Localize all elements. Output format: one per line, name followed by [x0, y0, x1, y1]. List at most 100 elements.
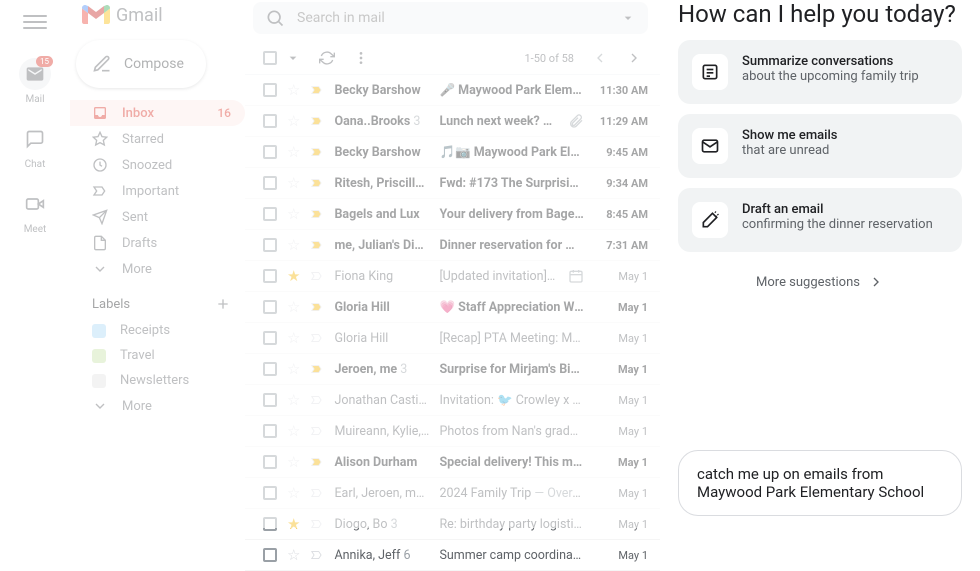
row-checkbox[interactable]	[263, 114, 277, 128]
refresh-icon[interactable]	[319, 50, 335, 66]
importance-marker[interactable]	[310, 486, 324, 500]
compose-button[interactable]: Compose	[76, 40, 206, 88]
star-toggle[interactable]: ☆	[287, 546, 300, 564]
suggestion-unread[interactable]: Show me emailsthat are unread	[678, 114, 962, 178]
gmail-logo[interactable]: Gmail	[70, 4, 245, 26]
email-row[interactable]: ☆Alison DurhamSpecial delivery! This mon…	[245, 447, 660, 478]
star-toggle[interactable]: ☆	[287, 484, 300, 502]
rail-mail[interactable]: 15 Mail	[19, 58, 51, 105]
row-checkbox[interactable]	[263, 331, 277, 345]
select-dropdown-icon[interactable]	[285, 50, 301, 66]
importance-marker[interactable]	[310, 548, 324, 562]
more-suggestions[interactable]: More suggestions	[678, 262, 962, 302]
row-checkbox[interactable]	[263, 393, 277, 407]
more-icon[interactable]	[353, 50, 369, 66]
email-row[interactable]: ☆Bagels and LuxYour delivery from Bagels…	[245, 199, 660, 230]
star-toggle[interactable]: ★	[287, 515, 300, 533]
row-checkbox[interactable]	[263, 548, 277, 562]
star-toggle[interactable]: ☆	[287, 329, 300, 347]
rail-chat[interactable]: Chat	[19, 123, 51, 170]
email-row[interactable]: ☆Gloria Hill[Recap] PTA Meeting: May 13 …	[245, 323, 660, 354]
email-row[interactable]: ★Diogo, Bo 3Re: birthday party logistics…	[245, 509, 660, 540]
email-row[interactable]: ☆Gloria Hill💗 Staff Appreciation Week is…	[245, 292, 660, 323]
menu-button[interactable]	[23, 10, 47, 34]
email-row[interactable]: ☆Becky Barshow🎤 Maywood Park Elementary:…	[245, 75, 660, 106]
row-checkbox[interactable]	[263, 300, 277, 314]
prev-page-icon[interactable]	[592, 50, 608, 66]
row-checkbox[interactable]	[263, 83, 277, 97]
suggestion-summarize[interactable]: Summarize conversationsabout the upcomin…	[678, 40, 962, 104]
label-travel[interactable]: Travel	[70, 343, 245, 368]
star-toggle[interactable]: ☆	[287, 174, 300, 192]
email-row[interactable]: ☆Becky Barshow🎵📷 Maywood Park Elementary…	[245, 137, 660, 168]
importance-marker[interactable]	[310, 331, 324, 345]
search-bar[interactable]	[253, 2, 648, 34]
star-toggle[interactable]: ☆	[287, 236, 300, 254]
nav-sent[interactable]: Sent	[70, 204, 245, 230]
nav-starred[interactable]: Starred	[70, 126, 245, 152]
star-toggle[interactable]: ☆	[287, 143, 300, 161]
importance-marker[interactable]	[310, 424, 324, 438]
email-row[interactable]: ★Fiona King[Updated invitation] Summer R…	[245, 261, 660, 292]
importance-marker[interactable]	[310, 362, 324, 376]
star-toggle[interactable]: ☆	[287, 81, 300, 99]
row-checkbox[interactable]	[263, 455, 277, 469]
row-checkbox[interactable]	[263, 269, 277, 283]
email-row[interactable]: ☆Jonathan CastilloInvitation: 🐦 Crowley …	[245, 385, 660, 416]
next-page-icon[interactable]	[626, 50, 642, 66]
row-checkbox[interactable]	[263, 145, 277, 159]
nav-inbox[interactable]: Inbox 16	[70, 100, 245, 126]
importance-marker[interactable]	[310, 300, 324, 314]
importance-marker[interactable]	[310, 145, 324, 159]
email-row[interactable]: ☆me, Julian's DinerDinner reservation fo…	[245, 230, 660, 261]
row-checkbox[interactable]	[263, 362, 277, 376]
email-row[interactable]: ☆Muireann, Kylie, DavidPhotos from Nan's…	[245, 416, 660, 447]
importance-marker[interactable]	[310, 114, 324, 128]
row-checkbox[interactable]	[263, 176, 277, 190]
nav-snoozed[interactable]: Snoozed	[70, 152, 245, 178]
importance-marker[interactable]	[310, 207, 324, 221]
importance-marker[interactable]	[310, 176, 324, 190]
email-row[interactable]: ☆Earl, Jeroen, me 32024 Family Trip — Ov…	[245, 478, 660, 509]
star-toggle[interactable]: ☆	[287, 453, 300, 471]
search-input[interactable]	[297, 10, 608, 26]
time: 11:30 AM	[594, 84, 648, 97]
search-dropdown-icon[interactable]	[620, 10, 636, 26]
row-checkbox[interactable]	[263, 486, 277, 500]
star-toggle[interactable]: ☆	[287, 112, 300, 130]
row-checkbox[interactable]	[263, 517, 277, 531]
add-label-icon[interactable]	[215, 296, 231, 312]
star-toggle[interactable]: ★	[287, 267, 300, 285]
importance-marker[interactable]	[310, 238, 324, 252]
select-all-checkbox[interactable]	[263, 51, 277, 65]
importance-marker[interactable]	[310, 455, 324, 469]
sender: Earl, Jeroen, me 3	[334, 486, 429, 501]
clock-icon	[92, 157, 108, 173]
email-row[interactable]: ☆Ritesh, Priscilla 2Fwd: #173 The Surpri…	[245, 168, 660, 199]
suggestion-draft[interactable]: Draft an emailconfirming the dinner rese…	[678, 188, 962, 252]
star-toggle[interactable]: ☆	[287, 391, 300, 409]
assistant-input[interactable]: catch me up on emails from Maywood Park …	[678, 450, 962, 516]
star-toggle[interactable]: ☆	[287, 298, 300, 316]
rail-meet[interactable]: Meet	[19, 188, 51, 235]
email-row[interactable]: ☆Annika, Jeff 6Summer camp coordination …	[245, 540, 660, 571]
label-receipts[interactable]: Receipts	[70, 318, 245, 343]
row-checkbox[interactable]	[263, 238, 277, 252]
row-checkbox[interactable]	[263, 207, 277, 221]
importance-marker[interactable]	[310, 83, 324, 97]
importance-marker[interactable]	[310, 393, 324, 407]
importance-marker[interactable]	[310, 269, 324, 283]
email-row[interactable]: ☆Jeroen, me 3Surprise for Mirjam's Birth…	[245, 354, 660, 385]
nav-important[interactable]: Important	[70, 178, 245, 204]
star-toggle[interactable]: ☆	[287, 360, 300, 378]
star-toggle[interactable]: ☆	[287, 422, 300, 440]
email-row[interactable]: ☆Oana..Brooks 3Lunch next week? — That…1…	[245, 106, 660, 137]
labels-more[interactable]: More	[70, 393, 245, 419]
nav-drafts[interactable]: Drafts	[70, 230, 245, 256]
star-toggle[interactable]: ☆	[287, 205, 300, 223]
row-checkbox[interactable]	[263, 424, 277, 438]
importance-marker[interactable]	[310, 517, 324, 531]
nav-more[interactable]: More	[70, 256, 245, 282]
label-newsletters[interactable]: Newsletters	[70, 368, 245, 393]
magic-icon	[700, 210, 720, 230]
